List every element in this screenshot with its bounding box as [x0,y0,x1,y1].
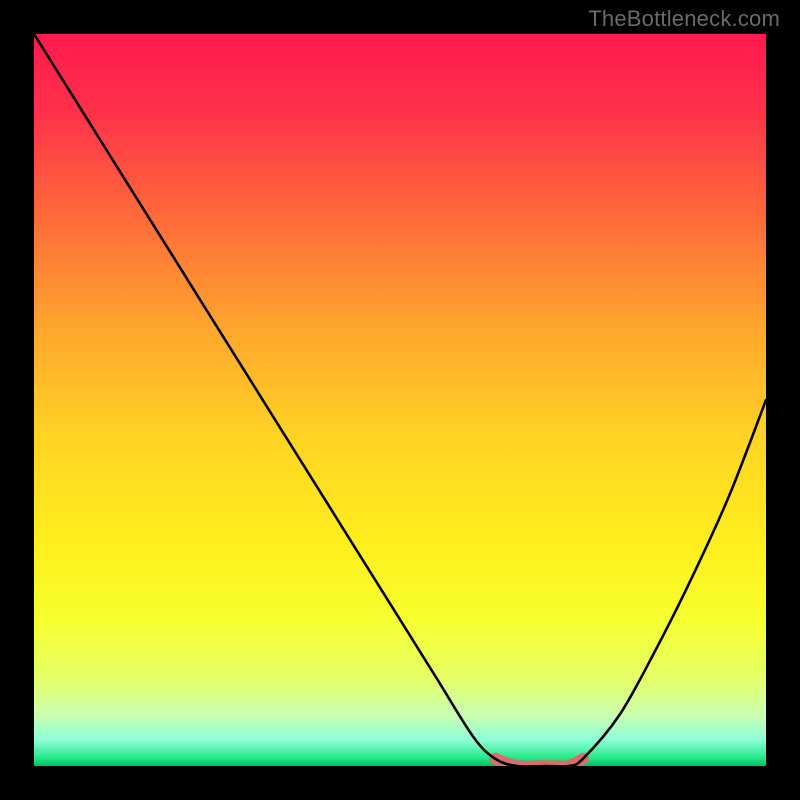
curve-layer [34,34,766,766]
plot-area [34,34,766,766]
bottleneck-curve [34,34,766,766]
watermark-text: TheBottleneck.com [588,6,780,32]
chart-frame: TheBottleneck.com [0,0,800,800]
